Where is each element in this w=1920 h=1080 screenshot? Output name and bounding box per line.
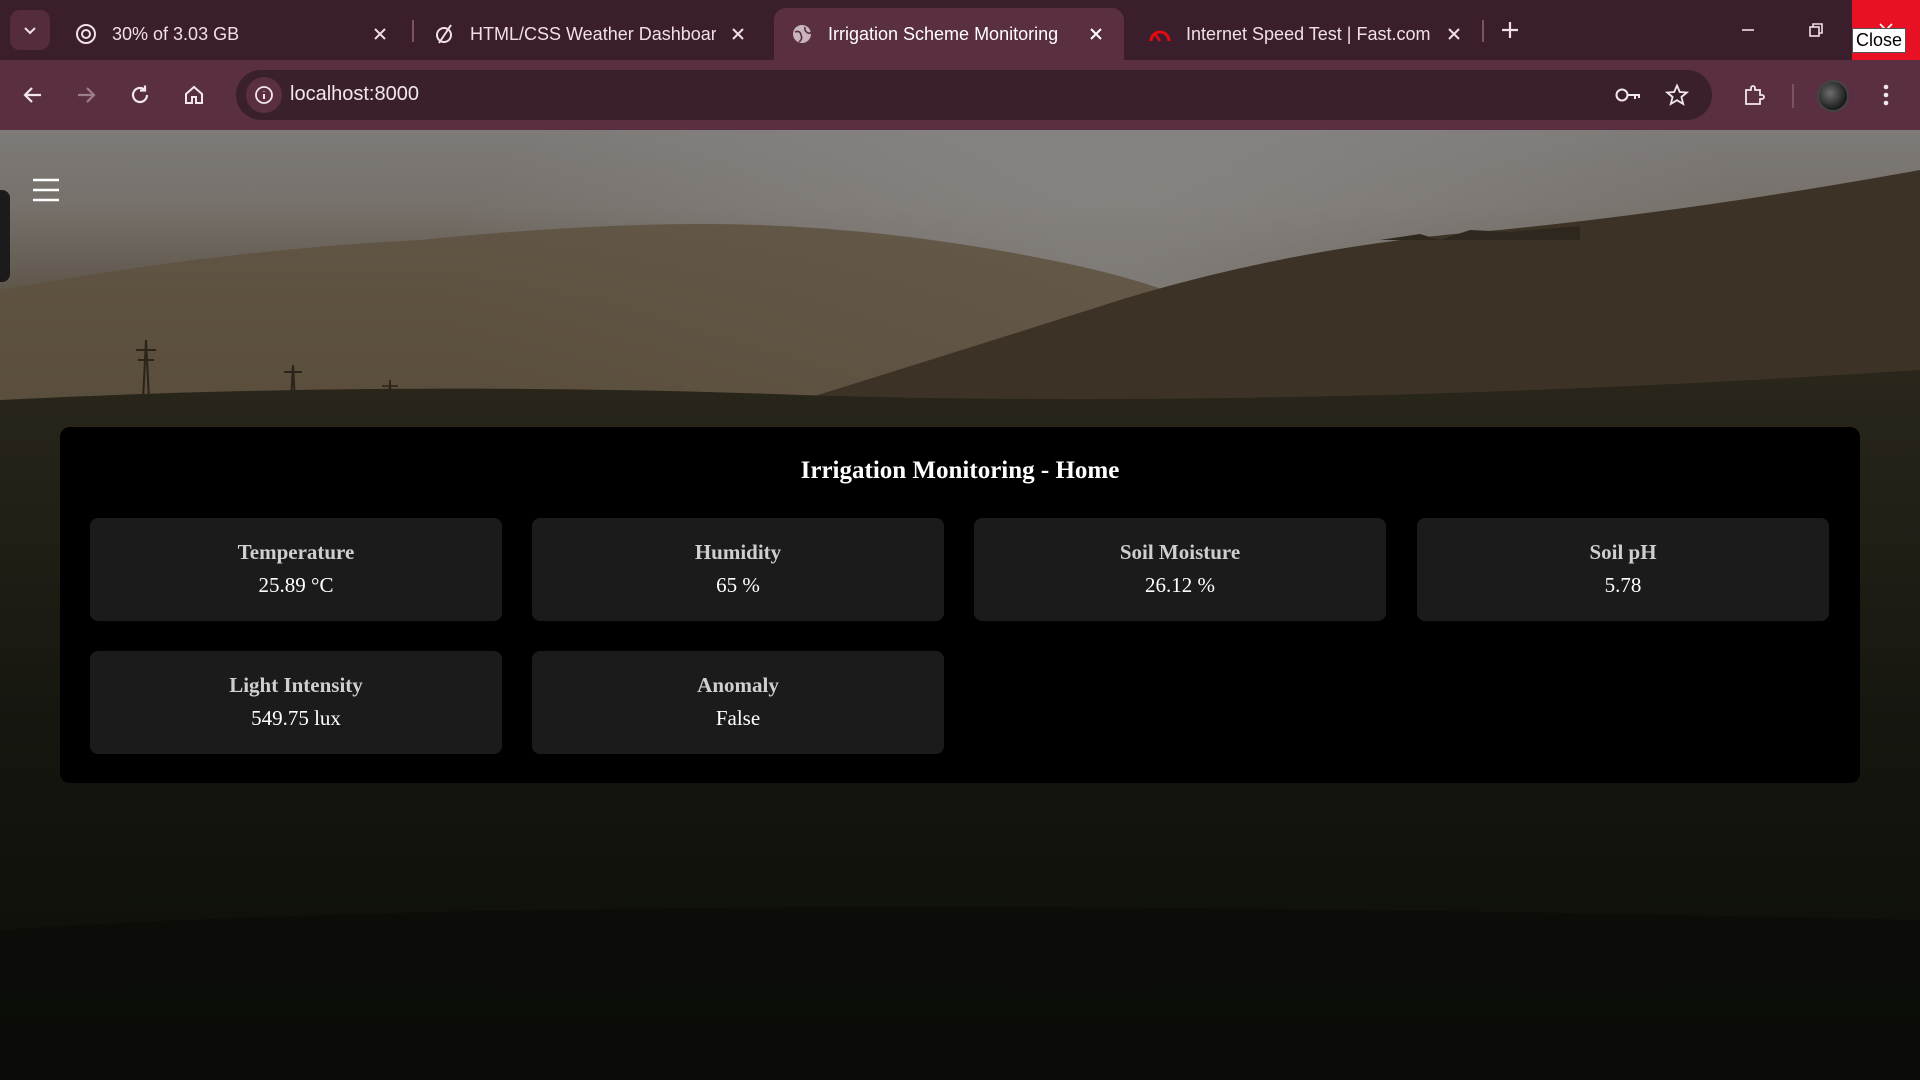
card-value: 549.75 lux (251, 706, 341, 730)
card-label: Temperature (237, 540, 355, 564)
card-value: 26.12 % (1145, 573, 1215, 597)
tab-title: HTML/CSS Weather Dashboard (470, 23, 716, 44)
side-drawer-handle[interactable] (0, 190, 10, 282)
tab-separator (412, 20, 414, 42)
hamburger-menu-icon (33, 178, 59, 202)
close-tab-icon[interactable] (726, 22, 750, 46)
home-icon (185, 85, 203, 104)
reload-button[interactable] (122, 77, 158, 113)
chevron-down-icon (24, 27, 36, 35)
card-value: 5.78 (1604, 573, 1642, 597)
card-value: 25.89 °C (258, 573, 334, 597)
close-tooltip: Close (1852, 28, 1907, 53)
card-label: Light Intensity (229, 673, 363, 697)
more-vertical-icon (1883, 84, 1889, 106)
tab-title: Internet Speed Test | Fast.com (1186, 23, 1431, 44)
card-label: Soil pH (1589, 540, 1657, 564)
tab-weather-dashboard[interactable]: HTML/CSS Weather Dashboard (416, 8, 766, 60)
card-label: Anomaly (697, 673, 779, 697)
new-tab-button[interactable] (1492, 12, 1528, 48)
dashboard-panel: Irrigation Monitoring - Home Temperature… (60, 427, 1860, 783)
sensor-card-light-intensity: Light Intensity 549.75 lux (90, 651, 502, 754)
card-value: 65 % (716, 573, 760, 597)
bookmark-button[interactable] (1661, 79, 1693, 111)
tab-title: 30% of 3.03 GB (112, 23, 240, 44)
address-bar[interactable]: localhost:8000 (236, 70, 1712, 120)
arrow-left-icon (23, 87, 41, 103)
sensor-card-temperature: Temperature 25.89 °C (90, 518, 502, 621)
reload-icon (131, 85, 149, 104)
puzzle-icon (1745, 85, 1765, 105)
minimize-button[interactable] (1714, 0, 1782, 60)
toolbar-divider (1792, 84, 1794, 108)
menu-toggle-button[interactable] (26, 170, 66, 210)
tab-separator (1482, 20, 1484, 42)
restore-icon (1809, 23, 1823, 37)
tab-title: Irrigation Scheme Monitoring (828, 23, 1059, 44)
password-key-button[interactable] (1612, 79, 1644, 111)
tab-irrigation-monitoring[interactable]: Irrigation Scheme Monitoring (774, 8, 1124, 60)
card-value: False (715, 706, 761, 730)
sensor-card-anomaly: Anomaly False (532, 651, 944, 754)
close-tab-icon[interactable] (1084, 22, 1108, 46)
info-icon (255, 86, 273, 104)
tab-download[interactable]: 30% of 3.03 GB (58, 8, 408, 60)
globe-icon (790, 22, 814, 46)
browser-menu-button[interactable] (1868, 77, 1904, 113)
restore-button[interactable] (1782, 0, 1850, 60)
site-info-button[interactable] (246, 77, 282, 113)
back-button[interactable] (15, 77, 51, 113)
close-tab-icon[interactable] (368, 22, 392, 46)
card-label: Soil Moisture (1119, 540, 1241, 564)
tab-fast-com[interactable]: Internet Speed Test | Fast.com (1132, 8, 1482, 60)
minimize-icon (1742, 29, 1754, 31)
star-icon (1665, 83, 1689, 106)
tab-search-button[interactable] (10, 10, 50, 50)
tab-strip: 30% of 3.03 GB HTML/CSS Weather Dashboar… (0, 0, 1920, 60)
card-label: Humidity (694, 540, 782, 564)
close-tab-icon[interactable] (1442, 22, 1466, 46)
openai-icon (74, 22, 98, 46)
sensor-card-soil-moisture: Soil Moisture 26.12 % (974, 518, 1386, 621)
sensor-card-soil-ph: Soil pH 5.78 (1417, 518, 1829, 621)
plus-icon (1502, 22, 1518, 38)
page-viewport: Irrigation Monitoring - Home Temperature… (0, 130, 1920, 1080)
arrow-right-icon (78, 87, 96, 103)
profile-avatar[interactable] (1817, 80, 1849, 112)
slash-circle-icon (432, 22, 456, 46)
extensions-button[interactable] (1736, 77, 1772, 113)
speedometer-icon (1148, 22, 1172, 46)
url-text: localhost:8000 (290, 83, 419, 105)
sensor-card-humidity: Humidity 65 % (532, 518, 944, 621)
key-icon (1615, 88, 1640, 102)
page-title: Irrigation Monitoring - Home (800, 457, 1120, 484)
home-button[interactable] (176, 77, 212, 113)
forward-button[interactable] (68, 77, 104, 113)
